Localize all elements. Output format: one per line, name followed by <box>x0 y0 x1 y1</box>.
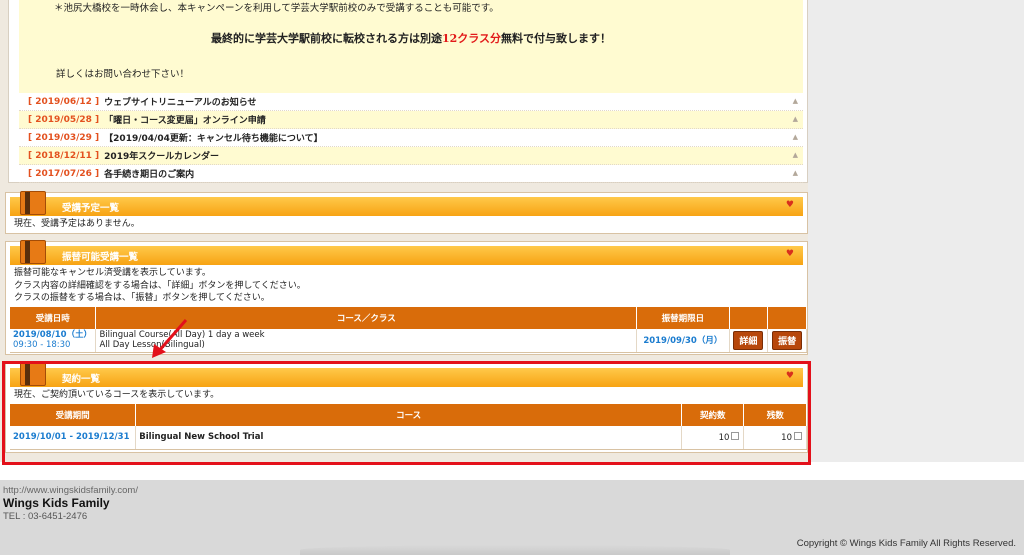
collapse-heart-icon[interactable]: ♥ <box>786 200 794 210</box>
table-row: 2019/08/10（土） 09:30 - 18:30 Bilingual Co… <box>10 328 807 353</box>
panel-title: 振替可能受講一覧 <box>62 252 139 263</box>
news-title[interactable]: 2019年スクールカレンダー <box>104 149 219 162</box>
scheduled-lessons-panel: 受講予定一覧 ♥ 現在、受講予定はありません。 <box>5 191 808 234</box>
panel-title: 受講予定一覧 <box>62 203 120 214</box>
scheduled-empty-text: 現在、受講予定はありません。 <box>14 219 140 229</box>
arrow-up-icon: ▲ <box>792 151 798 159</box>
news-item[interactable]: [ 2018/12/11 ] 2019年スクールカレンダー ▲ <box>19 147 803 165</box>
news-list: [ 2019/06/12 ] ウェブサイトリニューアルのお知らせ ▲ [ 201… <box>19 93 803 183</box>
notice-line-2: 最終的に学芸大学駅前校に転校される方は別途12クラス分無料で付与致します！ <box>210 32 612 45</box>
news-title[interactable]: 【2019/04/04更新：キャンセル待ち機能について】 <box>104 131 322 144</box>
arrow-up-icon: ▲ <box>792 169 798 177</box>
arrow-up-icon: ▲ <box>792 115 798 123</box>
notice-line-1: ＊池尻大橋校を一時休会し、本キャンペーンを利用して学芸大学駅前校のみで受講するこ… <box>54 3 499 14</box>
transfer-deadline: 2019/09/30（月） <box>636 328 730 353</box>
transferable-lessons-panel: 振替可能受講一覧 ♥ 振替可能なキャンセル済受講を表示しています。 クラス内容の… <box>5 240 808 355</box>
detail-button[interactable]: 詳細 <box>733 330 764 350</box>
news-date: [ 2018/12/11 ] <box>28 150 100 161</box>
news-date: [ 2019/06/12 ] <box>28 96 100 107</box>
right-margin <box>808 0 1024 462</box>
footer-tel: TEL : 03-6451-2476 <box>3 511 88 522</box>
lesson-date: 2019/08/10（土） <box>13 330 93 340</box>
news-item[interactable]: [ 2017/07/26 ] 各手続き期日のご案内 ▲ <box>19 165 803 183</box>
highlight-box <box>2 361 811 465</box>
panel-header[interactable]: 受講予定一覧 ♥ <box>10 191 803 216</box>
news-date: [ 2019/03/29 ] <box>28 132 100 143</box>
footer-copyright: Copyright © Wings Kids Family All Rights… <box>796 538 1016 549</box>
news-date: [ 2017/07/26 ] <box>28 168 100 179</box>
footer-url[interactable]: http://www.wingskidsfamily.com/ <box>3 485 138 496</box>
news-title[interactable]: ウェブサイトリニューアルのお知らせ <box>104 95 256 108</box>
transfer-button[interactable]: 振替 <box>772 330 803 350</box>
col-deadline: 振替期限日 <box>636 306 730 329</box>
book-icon <box>20 191 46 215</box>
news-title[interactable]: 各手続き期日のご案内 <box>104 167 194 180</box>
arrow-up-icon: ▲ <box>792 97 798 105</box>
news-item[interactable]: [ 2019/05/28 ] 「曜日・コース変更届」オンライン申請 ▲ <box>19 111 803 129</box>
notice-highlight: 12クラス分 <box>441 32 502 45</box>
collapse-heart-icon[interactable]: ♥ <box>786 249 794 259</box>
panel-header[interactable]: 振替可能受講一覧 ♥ <box>10 240 803 265</box>
notice-line-3: 詳しくはお問い合わせ下さい！ <box>56 69 190 80</box>
footer-site-name: Wings Kids Family <box>3 496 110 510</box>
footer: http://www.wingskidsfamily.com/ Wings Ki… <box>0 480 1024 555</box>
news-item[interactable]: [ 2019/06/12 ] ウェブサイトリニューアルのお知らせ ▲ <box>19 93 803 111</box>
news-item[interactable]: [ 2019/03/29 ] 【2019/04/04更新：キャンセル待ち機能につ… <box>19 129 803 147</box>
arrow-up-icon: ▲ <box>792 133 798 141</box>
transfer-table: 受講日時 コース／クラス 振替期限日 2019/08/10（土） 09:30 -… <box>10 306 807 353</box>
news-title[interactable]: 「曜日・コース変更届」オンライン申請 <box>104 113 266 126</box>
news-panel: ＊池尻大橋校を一時休会し、本キャンペーンを利用して学芸大学駅前校のみで受講するこ… <box>8 0 808 183</box>
red-arrow-icon <box>152 319 188 358</box>
transfer-description: 振替可能なキャンセル済受講を表示しています。 クラス内容の詳細確認をする場合は、… <box>14 268 306 303</box>
col-date: 受講日時 <box>10 306 97 329</box>
campaign-notice: ＊池尻大橋校を一時休会し、本キャンペーンを利用して学芸大学駅前校のみで受講するこ… <box>19 0 803 93</box>
book-icon <box>20 240 46 264</box>
news-date: [ 2019/05/28 ] <box>28 114 100 125</box>
lesson-time: 09:30 - 18:30 <box>13 340 71 350</box>
